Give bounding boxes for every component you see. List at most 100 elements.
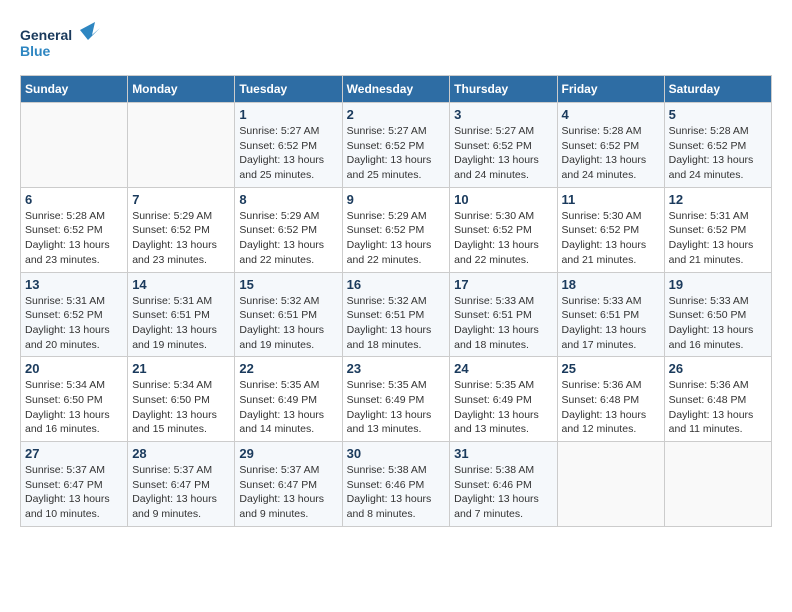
- day-info: Sunrise: 5:31 AM Sunset: 6:52 PM Dayligh…: [669, 209, 767, 268]
- day-number: 31: [454, 446, 552, 461]
- day-number: 24: [454, 361, 552, 376]
- day-number: 2: [347, 107, 446, 122]
- page-header: General Blue: [20, 20, 772, 65]
- calendar-cell: 3Sunrise: 5:27 AM Sunset: 6:52 PM Daylig…: [450, 103, 557, 188]
- day-number: 19: [669, 277, 767, 292]
- calendar-header-monday: Monday: [128, 76, 235, 103]
- calendar-cell: 24 Sunrise: 5:35 AM Sunset: 6:49 PM Dayli…: [450, 357, 557, 442]
- day-number: 15: [239, 277, 337, 292]
- calendar-cell: 15 Sunrise: 5:32 AM Sunset: 6:51 PM Dayli…: [235, 272, 342, 357]
- day-info: Sunrise: 5:31 AM Sunset: 6:51 PM Dayligh…: [132, 294, 230, 353]
- day-info: Sunrise: 5:30 AM Sunset: 6:52 PM Dayligh…: [562, 209, 660, 268]
- day-info: Sunrise: 5:33 AM Sunset: 6:50 PM Dayligh…: [669, 294, 767, 353]
- day-info: Sunrise: 5:29 AM Sunset: 6:52 PM Dayligh…: [239, 209, 337, 268]
- day-info: Sunrise: 5:28 AM Sunset: 6:52 PM Dayligh…: [562, 124, 660, 183]
- calendar-cell: 10Sunrise: 5:30 AM Sunset: 6:52 PM Dayli…: [450, 187, 557, 272]
- calendar-cell: 16 Sunrise: 5:32 AM Sunset: 6:51 PM Dayli…: [342, 272, 450, 357]
- day-info: Sunrise: 5:35 AM Sunset: 6:49 PM Dayligh…: [239, 378, 337, 437]
- day-info: Sunrise: 5:27 AM Sunset: 6:52 PM Dayligh…: [347, 124, 446, 183]
- day-number: 14: [132, 277, 230, 292]
- day-info: Sunrise: 5:36 AM Sunset: 6:48 PM Dayligh…: [562, 378, 660, 437]
- calendar-header-wednesday: Wednesday: [342, 76, 450, 103]
- day-info: Sunrise: 5:35 AM Sunset: 6:49 PM Dayligh…: [454, 378, 552, 437]
- calendar-cell: [21, 103, 128, 188]
- calendar-cell: [664, 442, 771, 527]
- calendar-cell: 2 Sunrise: 5:27 AM Sunset: 6:52 PM Daylig…: [342, 103, 450, 188]
- calendar-cell: 28 Sunrise: 5:37 AM Sunset: 6:47 PM Dayli…: [128, 442, 235, 527]
- day-info: Sunrise: 5:37 AM Sunset: 6:47 PM Dayligh…: [132, 463, 230, 522]
- calendar-cell: 21 Sunrise: 5:34 AM Sunset: 6:50 PM Dayli…: [128, 357, 235, 442]
- day-number: 1: [239, 107, 337, 122]
- day-info: Sunrise: 5:34 AM Sunset: 6:50 PM Dayligh…: [25, 378, 123, 437]
- day-number: 13: [25, 277, 123, 292]
- calendar-week-row: 6 Sunrise: 5:28 AM Sunset: 6:52 PM Daylig…: [21, 187, 772, 272]
- calendar-header-friday: Friday: [557, 76, 664, 103]
- calendar-cell: 23Sunrise: 5:35 AM Sunset: 6:49 PM Dayli…: [342, 357, 450, 442]
- calendar-cell: 29Sunrise: 5:37 AM Sunset: 6:47 PM Dayli…: [235, 442, 342, 527]
- day-info: Sunrise: 5:38 AM Sunset: 6:46 PM Dayligh…: [347, 463, 446, 522]
- day-info: Sunrise: 5:28 AM Sunset: 6:52 PM Dayligh…: [669, 124, 767, 183]
- calendar-cell: 5Sunrise: 5:28 AM Sunset: 6:52 PM Daylig…: [664, 103, 771, 188]
- day-number: 17: [454, 277, 552, 292]
- day-info: Sunrise: 5:28 AM Sunset: 6:52 PM Dayligh…: [25, 209, 123, 268]
- calendar-cell: 26Sunrise: 5:36 AM Sunset: 6:48 PM Dayli…: [664, 357, 771, 442]
- day-info: Sunrise: 5:33 AM Sunset: 6:51 PM Dayligh…: [454, 294, 552, 353]
- day-info: Sunrise: 5:33 AM Sunset: 6:51 PM Dayligh…: [562, 294, 660, 353]
- calendar-cell: [557, 442, 664, 527]
- day-number: 25: [562, 361, 660, 376]
- calendar-cell: 13 Sunrise: 5:31 AM Sunset: 6:52 PM Dayli…: [21, 272, 128, 357]
- day-number: 27: [25, 446, 123, 461]
- calendar-cell: 4 Sunrise: 5:28 AM Sunset: 6:52 PM Daylig…: [557, 103, 664, 188]
- calendar-cell: 11 Sunrise: 5:30 AM Sunset: 6:52 PM Dayli…: [557, 187, 664, 272]
- day-number: 4: [562, 107, 660, 122]
- svg-text:Blue: Blue: [20, 43, 51, 59]
- day-number: 20: [25, 361, 123, 376]
- day-info: Sunrise: 5:29 AM Sunset: 6:52 PM Dayligh…: [132, 209, 230, 268]
- calendar-cell: 7 Sunrise: 5:29 AM Sunset: 6:52 PM Daylig…: [128, 187, 235, 272]
- calendar-header-thursday: Thursday: [450, 76, 557, 103]
- day-number: 7: [132, 192, 230, 207]
- calendar-cell: 17 Sunrise: 5:33 AM Sunset: 6:51 PM Dayli…: [450, 272, 557, 357]
- calendar-week-row: 27 Sunrise: 5:37 AM Sunset: 6:47 PM Dayli…: [21, 442, 772, 527]
- calendar-cell: 12 Sunrise: 5:31 AM Sunset: 6:52 PM Dayli…: [664, 187, 771, 272]
- logo: General Blue: [20, 20, 100, 65]
- day-info: Sunrise: 5:34 AM Sunset: 6:50 PM Dayligh…: [132, 378, 230, 437]
- day-info: Sunrise: 5:36 AM Sunset: 6:48 PM Dayligh…: [669, 378, 767, 437]
- calendar-table: SundayMondayTuesdayWednesdayThursdayFrid…: [20, 75, 772, 527]
- calendar-cell: 8Sunrise: 5:29 AM Sunset: 6:52 PM Daylig…: [235, 187, 342, 272]
- calendar-header-tuesday: Tuesday: [235, 76, 342, 103]
- day-number: 12: [669, 192, 767, 207]
- logo-svg: General Blue: [20, 20, 100, 65]
- day-info: Sunrise: 5:35 AM Sunset: 6:49 PM Dayligh…: [347, 378, 446, 437]
- day-info: Sunrise: 5:32 AM Sunset: 6:51 PM Dayligh…: [239, 294, 337, 353]
- calendar-week-row: 1 Sunrise: 5:27 AM Sunset: 6:52 PM Daylig…: [21, 103, 772, 188]
- calendar-week-row: 20 Sunrise: 5:34 AM Sunset: 6:50 PM Dayli…: [21, 357, 772, 442]
- day-number: 3: [454, 107, 552, 122]
- day-number: 21: [132, 361, 230, 376]
- calendar-cell: 25 Sunrise: 5:36 AM Sunset: 6:48 PM Dayli…: [557, 357, 664, 442]
- calendar-header-sunday: Sunday: [21, 76, 128, 103]
- day-number: 22: [239, 361, 337, 376]
- day-info: Sunrise: 5:32 AM Sunset: 6:51 PM Dayligh…: [347, 294, 446, 353]
- day-number: 16: [347, 277, 446, 292]
- calendar-cell: 1Sunrise: 5:27 AM Sunset: 6:52 PM Daylig…: [235, 103, 342, 188]
- calendar-cell: 6 Sunrise: 5:28 AM Sunset: 6:52 PM Daylig…: [21, 187, 128, 272]
- day-number: 6: [25, 192, 123, 207]
- calendar-cell: 20 Sunrise: 5:34 AM Sunset: 6:50 PM Dayli…: [21, 357, 128, 442]
- day-number: 10: [454, 192, 552, 207]
- day-number: 28: [132, 446, 230, 461]
- day-number: 9: [347, 192, 446, 207]
- calendar-cell: 30Sunrise: 5:38 AM Sunset: 6:46 PM Dayli…: [342, 442, 450, 527]
- calendar-header-saturday: Saturday: [664, 76, 771, 103]
- day-number: 18: [562, 277, 660, 292]
- day-info: Sunrise: 5:37 AM Sunset: 6:47 PM Dayligh…: [25, 463, 123, 522]
- calendar-week-row: 13 Sunrise: 5:31 AM Sunset: 6:52 PM Dayli…: [21, 272, 772, 357]
- calendar-cell: 27 Sunrise: 5:37 AM Sunset: 6:47 PM Dayli…: [21, 442, 128, 527]
- day-info: Sunrise: 5:38 AM Sunset: 6:46 PM Dayligh…: [454, 463, 552, 522]
- calendar-cell: [128, 103, 235, 188]
- day-info: Sunrise: 5:31 AM Sunset: 6:52 PM Dayligh…: [25, 294, 123, 353]
- day-info: Sunrise: 5:29 AM Sunset: 6:52 PM Dayligh…: [347, 209, 446, 268]
- day-number: 11: [562, 192, 660, 207]
- calendar-cell: 22 Sunrise: 5:35 AM Sunset: 6:49 PM Dayli…: [235, 357, 342, 442]
- day-number: 29: [239, 446, 337, 461]
